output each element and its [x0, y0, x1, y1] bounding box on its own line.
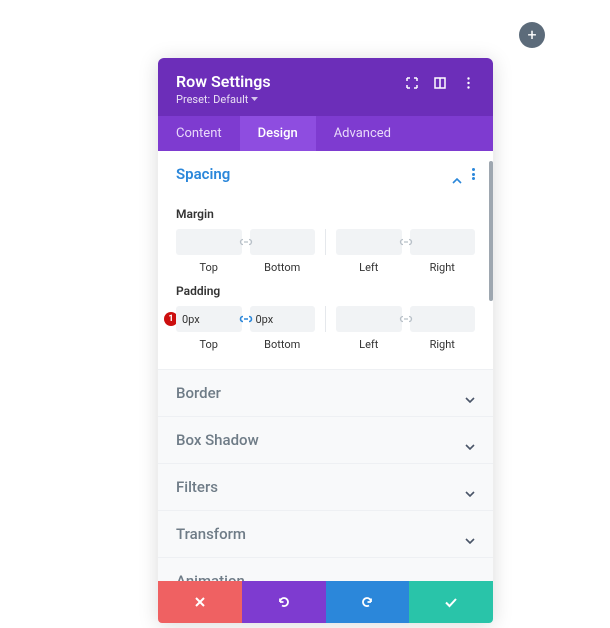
- padding-bottom-label: Bottom: [264, 338, 300, 351]
- padding-left-label: Left: [359, 338, 378, 351]
- margin-left-input[interactable]: [336, 229, 402, 255]
- tabs: Content Design Advanced: [158, 116, 493, 151]
- section-title: Filters: [176, 478, 218, 496]
- panel-body: Spacing Margin Top: [158, 151, 493, 581]
- preset-selector[interactable]: Preset: Default: [176, 93, 271, 106]
- link-icon-active[interactable]: [239, 312, 253, 326]
- section-box-shadow: Box Shadow: [158, 417, 493, 464]
- chevron-down-icon: [465, 435, 475, 445]
- section-toggle: [452, 168, 475, 180]
- section-spacing-header[interactable]: Spacing: [158, 151, 493, 197]
- section-filters: Filters: [158, 464, 493, 511]
- margin-right-label: Right: [430, 261, 455, 274]
- tab-design[interactable]: Design: [240, 116, 316, 151]
- chevron-down-icon: [465, 576, 475, 581]
- margin-label: Margin: [176, 207, 475, 221]
- margin-row: Top Bottom Left: [176, 229, 475, 274]
- section-transform: Transform: [158, 511, 493, 558]
- undo-icon: [277, 595, 291, 609]
- save-button[interactable]: [409, 581, 493, 623]
- margin-top-input[interactable]: [176, 229, 242, 255]
- header-text: Row Settings Preset: Default: [176, 72, 271, 106]
- section-spacing: Spacing Margin Top: [158, 151, 493, 370]
- scrollbar[interactable]: [489, 161, 493, 301]
- more-icon[interactable]: [461, 76, 475, 90]
- close-icon: [194, 596, 206, 608]
- margin-vertical-group: Top Bottom: [176, 229, 315, 274]
- padding-horizontal-group: Left Right: [336, 306, 475, 351]
- tab-advanced[interactable]: Advanced: [316, 116, 409, 151]
- header-actions: [405, 76, 475, 90]
- section-animation-header[interactable]: Animation: [158, 558, 493, 581]
- section-title: Animation: [176, 572, 245, 581]
- expand-icon[interactable]: [405, 76, 419, 90]
- chevron-down-icon: [465, 388, 475, 398]
- link-icon[interactable]: [399, 312, 413, 326]
- padding-left-input[interactable]: [336, 306, 402, 332]
- add-module-button[interactable]: +: [519, 22, 545, 48]
- divider: [325, 306, 326, 332]
- margin-bottom-input[interactable]: [250, 229, 316, 255]
- margin-bottom-label: Bottom: [264, 261, 300, 274]
- chevron-down-icon: [465, 482, 475, 492]
- section-animation: Animation: [158, 558, 493, 581]
- undo-button[interactable]: [242, 581, 326, 623]
- preset-value: Default: [213, 93, 248, 106]
- padding-row: 1 Top Bottom: [176, 306, 475, 351]
- padding-top-label: Top: [200, 338, 218, 351]
- padding-right-input[interactable]: [410, 306, 476, 332]
- row-settings-modal: Row Settings Preset: Default Content Des…: [158, 58, 493, 623]
- margin-right-input[interactable]: [410, 229, 476, 255]
- padding-label: Padding: [176, 284, 475, 298]
- chevron-up-icon: [452, 169, 462, 179]
- cancel-button[interactable]: [158, 581, 242, 623]
- modal-title: Row Settings: [176, 72, 271, 91]
- padding-right-label: Right: [430, 338, 455, 351]
- spacing-content: Margin Top Bottom: [158, 207, 493, 369]
- margin-horizontal-group: Left Right: [336, 229, 475, 274]
- section-border-header[interactable]: Border: [158, 370, 493, 416]
- section-title: Transform: [176, 525, 246, 543]
- redo-button[interactable]: [326, 581, 410, 623]
- padding-top-input[interactable]: [176, 306, 242, 332]
- chevron-down-icon: [465, 529, 475, 539]
- redo-icon: [360, 595, 374, 609]
- snap-icon[interactable]: [433, 76, 447, 90]
- section-title: Border: [176, 384, 221, 402]
- margin-top-label: Top: [200, 261, 218, 274]
- section-box-shadow-header[interactable]: Box Shadow: [158, 417, 493, 463]
- plus-icon: +: [527, 27, 536, 43]
- link-icon[interactable]: [239, 235, 253, 249]
- divider: [325, 229, 326, 255]
- link-icon[interactable]: [399, 235, 413, 249]
- caret-down-icon: [251, 97, 258, 102]
- padding-vertical-group: Top Bottom: [176, 306, 315, 351]
- section-more-icon[interactable]: [472, 168, 475, 180]
- section-transform-header[interactable]: Transform: [158, 511, 493, 557]
- section-filters-header[interactable]: Filters: [158, 464, 493, 510]
- margin-left-label: Left: [359, 261, 378, 274]
- section-title: Box Shadow: [176, 431, 259, 449]
- check-icon: [444, 597, 458, 608]
- padding-bottom-input[interactable]: [250, 306, 316, 332]
- tab-content[interactable]: Content: [158, 116, 240, 151]
- preset-label: Preset:: [176, 93, 210, 106]
- section-border: Border: [158, 370, 493, 417]
- modal-footer: [158, 581, 493, 623]
- section-title: Spacing: [176, 165, 230, 183]
- modal-header: Row Settings Preset: Default: [158, 58, 493, 116]
